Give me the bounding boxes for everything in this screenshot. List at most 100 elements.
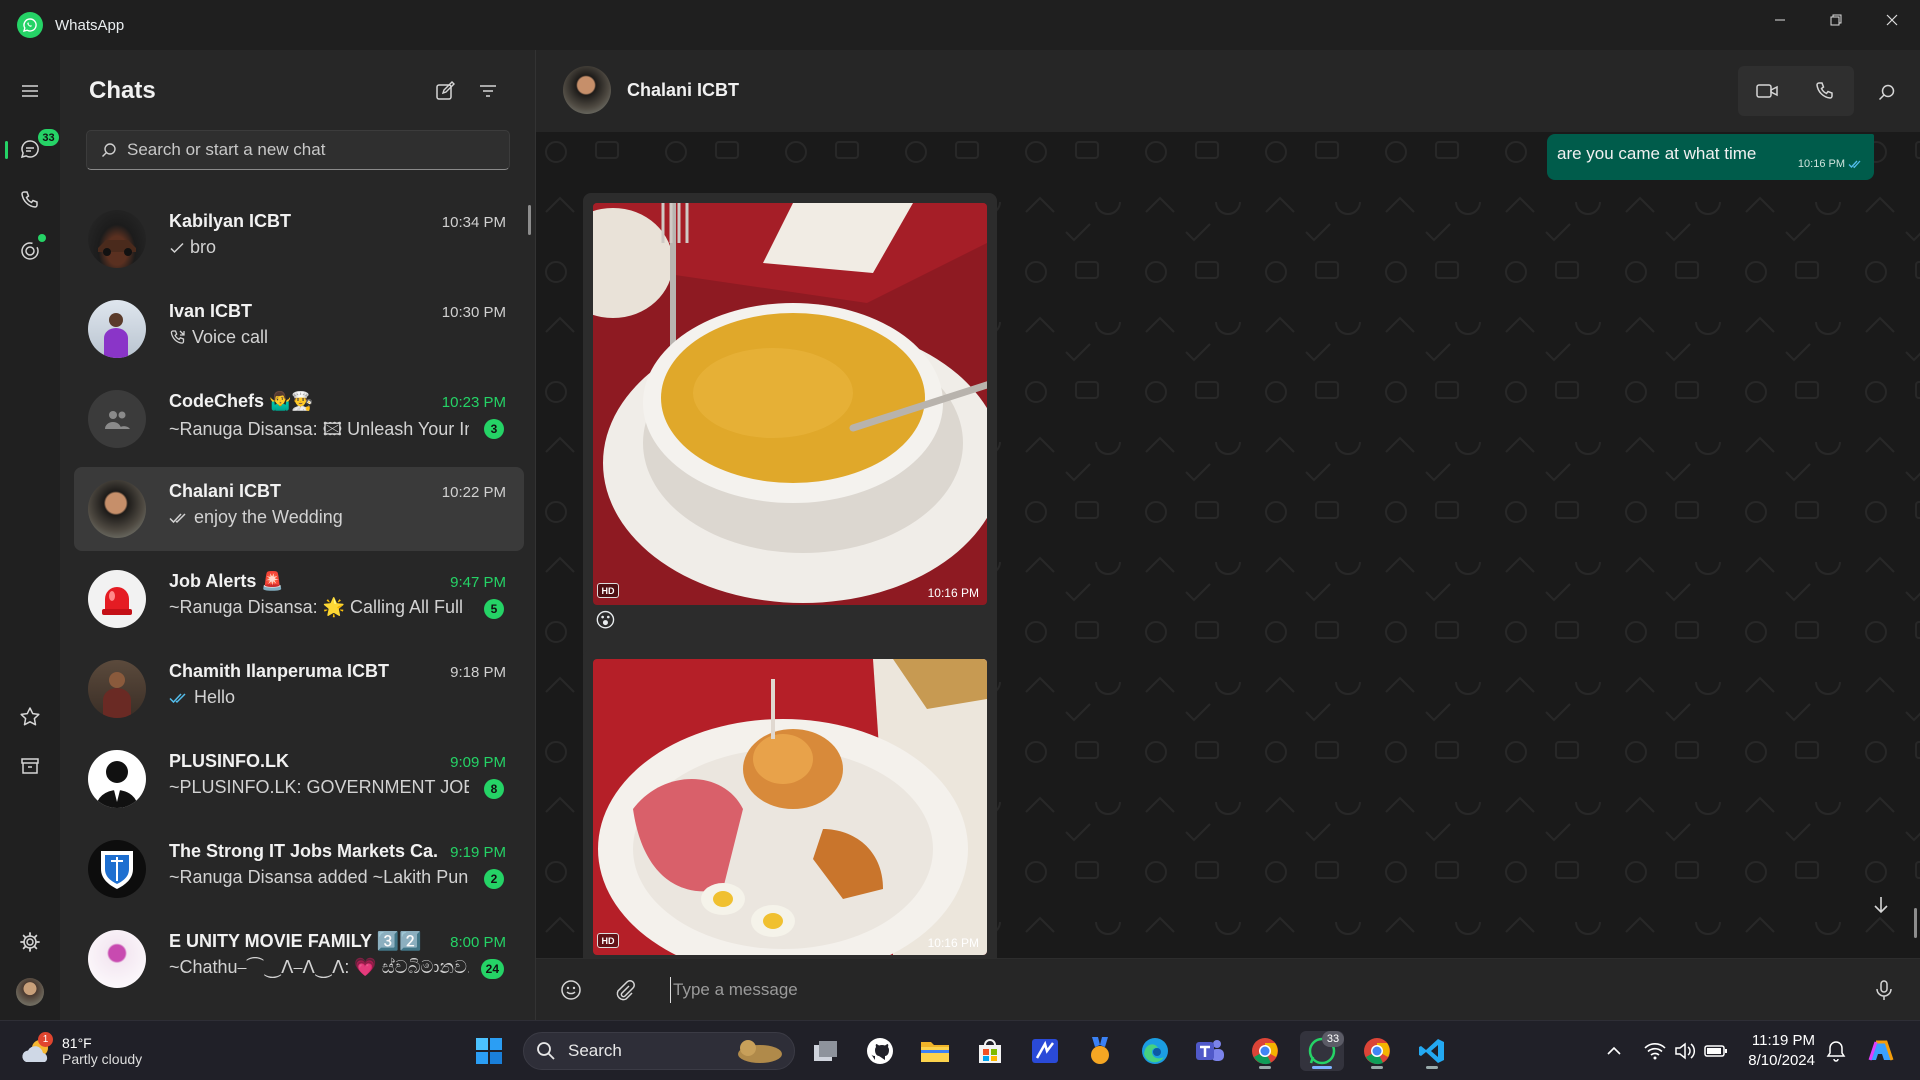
menu-button[interactable] — [10, 71, 50, 111]
search-highlight-icon — [738, 1040, 782, 1063]
outgoing-message[interactable]: are you came at what time 10:16 PM — [1547, 134, 1874, 180]
compose-icon — [436, 81, 455, 100]
smiley-icon — [561, 980, 581, 1000]
hd-label: HD — [597, 933, 619, 948]
search-in-chat-button[interactable] — [1870, 75, 1904, 109]
chat-row-kabilyan[interactable]: Kabilyan ICBT 10:34 PM bro — [74, 197, 524, 281]
chat-time: 10:22 PM — [441, 484, 506, 501]
new-chat-button[interactable] — [430, 76, 460, 106]
missed-call-icon — [170, 329, 185, 344]
archive-icon — [21, 758, 39, 774]
chat-bubble-icon — [20, 140, 39, 159]
chrome-profile-button[interactable] — [1357, 1031, 1397, 1071]
close-button[interactable] — [1864, 0, 1920, 40]
battery-button[interactable] — [1704, 1039, 1728, 1063]
taskbar-search[interactable]: Search — [523, 1032, 795, 1070]
partly-cloudy-icon: 1 — [20, 1032, 53, 1066]
nav-chats-button[interactable]: 33 — [5, 129, 59, 169]
restore-button[interactable] — [1808, 0, 1864, 40]
conversation-panel: Chalani ICBT are you came at what time 1… — [536, 50, 1920, 1020]
chrome-button[interactable] — [1245, 1031, 1285, 1071]
nav-status-button[interactable] — [10, 231, 50, 271]
start-button[interactable] — [469, 1031, 509, 1071]
edge-button[interactable] — [1135, 1031, 1175, 1071]
task-view-icon — [814, 1041, 837, 1061]
rewards-button[interactable] — [1080, 1031, 1120, 1071]
nav-calls-button[interactable] — [10, 180, 50, 220]
chat-time: 10:23 PM — [441, 394, 506, 411]
copilot-button[interactable] — [1866, 1039, 1896, 1063]
chat-list-scrollbar[interactable] — [528, 205, 531, 235]
search-input[interactable] — [127, 140, 487, 160]
chat-list: Kabilyan ICBT 10:34 PM bro Ivan ICBT 10:… — [74, 197, 526, 1020]
github-desktop-button[interactable] — [860, 1031, 900, 1071]
task-view-button[interactable] — [806, 1031, 846, 1071]
chat-name: Chalani ICBT — [169, 481, 282, 501]
minimize-button[interactable] — [1752, 0, 1808, 40]
image-message[interactable]: HD 10:16 PM — [583, 649, 997, 969]
starred-messages-button[interactable] — [10, 697, 50, 737]
chat-row-codechefs[interactable]: CodeChefs 🤷‍♂️👨‍🍳 10:23 PM ~Ranuga Disan… — [74, 377, 524, 461]
file-explorer-button[interactable] — [915, 1031, 955, 1071]
speaker-icon — [1675, 1042, 1696, 1060]
video-call-button[interactable] — [1738, 66, 1796, 116]
chrome-icon — [1364, 1038, 1390, 1065]
teams-button[interactable] — [1190, 1031, 1230, 1071]
profile-button[interactable] — [10, 972, 50, 1012]
running-indicator — [1371, 1066, 1383, 1069]
conversation-scrollbar[interactable] — [1914, 908, 1917, 938]
vscode-button[interactable] — [1412, 1031, 1452, 1071]
weather-temperature: 81°F — [62, 1035, 92, 1051]
notifications-button[interactable] — [1824, 1039, 1848, 1063]
microsoft-store-button[interactable] — [970, 1031, 1010, 1071]
settings-button[interactable] — [10, 922, 50, 962]
food-plate-photo[interactable]: HD 10:16 PM — [593, 659, 987, 955]
avatar — [88, 750, 146, 808]
archived-button[interactable] — [10, 746, 50, 786]
weather-widget[interactable]: 1 81°F Partly cloudy — [20, 1029, 142, 1073]
chat-name: CodeChefs 🤷‍♂️👨‍🍳 — [169, 391, 314, 411]
unread-badge: 24 — [480, 959, 504, 979]
chat-row-chamith[interactable]: Chamith Ilanperuma ICBT 9:18 PM Hello — [74, 647, 524, 731]
chat-time: 10:30 PM — [441, 304, 506, 321]
chat-preview: ~Chathu⎯⏜⏝ᐱ⎯ᐱ⏝ᐱ: 💗 ස්වබිමානව... — [169, 957, 469, 977]
chat-time: 9:19 PM — [450, 844, 506, 861]
chat-search-box[interactable] — [86, 130, 510, 170]
chat-row-plusinfo[interactable]: PLUSINFO.LK 9:09 PM ~PLUSINFO.LK: GOVERN… — [74, 737, 524, 821]
active-indicator — [1312, 1066, 1332, 1069]
voice-call-button[interactable] — [1796, 66, 1854, 116]
image-message[interactable]: HD 10:16 PM 😮 — [583, 193, 997, 673]
network-button[interactable] — [1643, 1039, 1667, 1063]
voice-message-button[interactable] — [1868, 974, 1900, 1006]
store-icon — [979, 1039, 1001, 1063]
chat-row-chalani[interactable]: Chalani ICBT 10:22 PM enjoy the Wedding — [74, 467, 524, 551]
chat-preview: ~Ranuga Disansa: 🌟 Calling All Full S... — [169, 597, 469, 617]
soup-photo[interactable]: HD 10:16 PM — [593, 203, 987, 605]
scroll-to-bottom-button[interactable] — [1864, 888, 1898, 922]
taskbar-search-label: Search — [568, 1041, 622, 1060]
math-app-button[interactable] — [1025, 1031, 1065, 1071]
message-reaction[interactable]: 😮 — [595, 611, 616, 631]
battery-icon — [1704, 1045, 1727, 1057]
message-input[interactable] — [670, 977, 1770, 1003]
emoji-button[interactable] — [555, 974, 587, 1006]
chat-row-ivan[interactable]: Ivan ICBT 10:30 PM Voice call — [74, 287, 524, 371]
chat-row-strong-it-jobs[interactable]: The Strong IT Jobs Markets Ca... 9:19 PM… — [74, 827, 524, 911]
contact-name[interactable]: Chalani ICBT — [627, 80, 739, 101]
volume-button[interactable] — [1673, 1039, 1697, 1063]
unread-badge: 8 — [484, 779, 504, 799]
weather-alert-badge: 1 — [38, 1032, 53, 1047]
conversation-header[interactable]: Chalani ICBT — [536, 50, 1920, 132]
filter-chats-button[interactable] — [473, 76, 503, 106]
chat-row-e-unity[interactable]: E UNITY MOVIE FAMILY 3️⃣2️⃣ 8:00 PM ~Cha… — [74, 917, 524, 1001]
whatsapp-taskbar-button[interactable]: 33 — [1300, 1031, 1344, 1071]
show-hidden-icons-button[interactable] — [1602, 1039, 1626, 1063]
whatsapp-window: WhatsApp 33 Chats Search or start a new … — [0, 0, 1920, 1080]
chat-row-job-alerts[interactable]: Job Alerts 🚨 9:47 PM ~Ranuga Disansa: 🌟 … — [74, 557, 524, 641]
navigation-rail: 33 — [0, 50, 60, 1020]
system-clock[interactable]: 11:19 PM 8/10/2024 — [1737, 1031, 1815, 1071]
chat-preview: ~Ranuga Disansa: 🖾 Unleash Your In... — [169, 419, 469, 439]
attach-button[interactable] — [609, 974, 641, 1006]
contact-avatar[interactable] — [563, 66, 611, 114]
double-tick-read-icon — [169, 692, 186, 703]
